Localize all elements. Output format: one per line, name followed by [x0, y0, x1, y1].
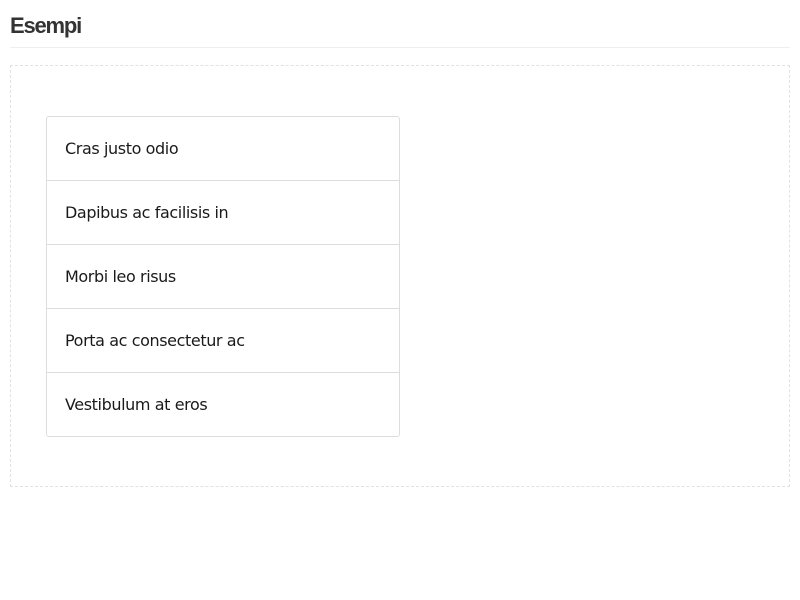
list-group: Cras justo odio Dapibus ac facilisis in …	[46, 116, 400, 437]
list-item: Dapibus ac facilisis in	[47, 181, 399, 245]
page-title: Esempi	[10, 13, 82, 38]
example-container: Cras justo odio Dapibus ac facilisis in …	[10, 65, 790, 487]
page: Esempi Cras justo odio Dapibus ac facili…	[0, 0, 800, 600]
list-item: Vestibulum at eros	[65, 395, 208, 414]
list-item: Morbi leo risus	[47, 245, 399, 309]
list-item: Porta ac consectetur ac	[47, 309, 399, 373]
title-divider	[10, 47, 790, 48]
list-item: Cras justo odio	[47, 117, 399, 181]
